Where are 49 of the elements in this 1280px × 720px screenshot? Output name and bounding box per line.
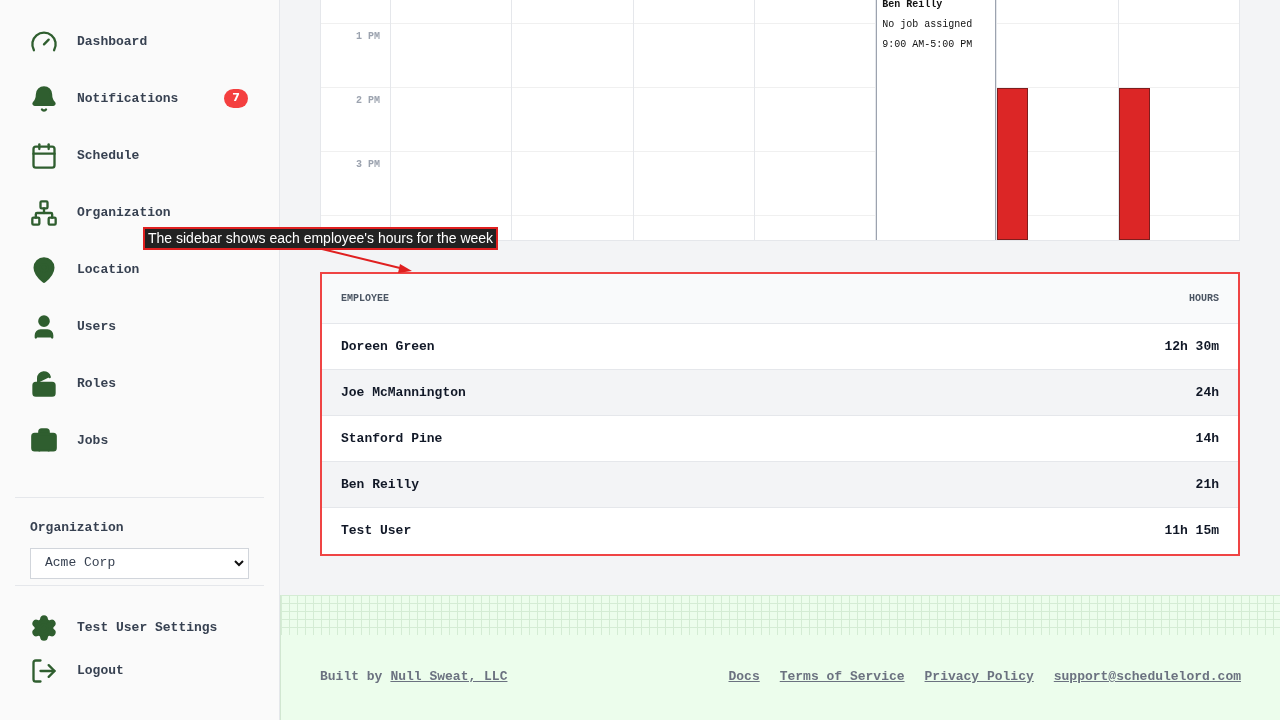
column-header: EMPLOYEE [341,292,389,306]
chevron-down-icon [234,559,244,567]
employee-name: Doreen Green [341,337,435,356]
unlocked-padlock-icon [30,369,58,398]
sidebar-item[interactable]: Organization [15,198,264,227]
footer-link[interactable]: Privacy Policy [924,666,1034,687]
built-by-text: Built by [320,667,383,686]
shift-job: No job assigned [882,18,974,32]
organization-label: Organization [30,519,125,537]
shift-bar[interactable] [997,88,1029,240]
employee-hours: 14h [1195,429,1219,448]
bell-icon [30,84,58,113]
hour-label: 3 PM [356,158,380,172]
org-chart-icon [30,198,58,227]
footer-link[interactable]: Docs [728,666,760,687]
sidebar-item[interactable]: Location [15,255,264,284]
employee-name: Stanford Pine [341,429,443,448]
employee-name: Ben Reilly [341,475,419,494]
sidebar-item[interactable]: Jobs [15,426,264,455]
sidebar-item[interactable]: Notifications 7 [15,84,264,113]
hour-label: 2 PM [356,94,380,108]
sidebar-item[interactable]: Users [15,312,264,341]
shift-bar[interactable] [1118,88,1150,240]
footer-link[interactable]: support@schedulelord.com [1053,666,1241,687]
organization-select[interactable]: Acme Corp [30,547,249,579]
hour-label: 1 PM [356,30,380,44]
employee-hours: 24h [1195,383,1219,402]
shift-employee: Ben Reilly [882,0,944,12]
annotation-tooltip: The sidebar shows each employee's hours for the week [143,227,499,250]
shift-card[interactable]: Ben Reilly No job assigned 9:00 AM-5:00 PM [876,0,997,240]
briefcase-icon [30,426,58,455]
logout-icon [30,656,58,685]
shift-time: 9:00 AM-5:00 PM [882,38,974,52]
sidebar-item[interactable]: Schedule [15,141,264,170]
sidebar-item[interactable]: Logout [0,656,279,685]
employee-name: Joe McMannington [341,383,466,402]
sidebar-item[interactable]: Dashboard [15,27,264,56]
notification-count: 7 [224,89,248,108]
column-header: HOURS [1189,292,1219,306]
employee-hours: 11h 15m [1164,522,1219,541]
footer-link[interactable]: Terms of Service [779,666,905,687]
sidebar-item[interactable]: Test User Settings [0,614,279,642]
settings-icon [30,614,58,642]
employee-hours: 21h [1195,475,1219,494]
employee-name: Test User [341,522,412,541]
employee-hours: 12h 30m [1164,337,1219,356]
calendar-icon [30,141,58,170]
sidebar-item[interactable]: Roles [15,369,264,398]
company-link[interactable]: Null Sweat, LLC [390,666,508,687]
